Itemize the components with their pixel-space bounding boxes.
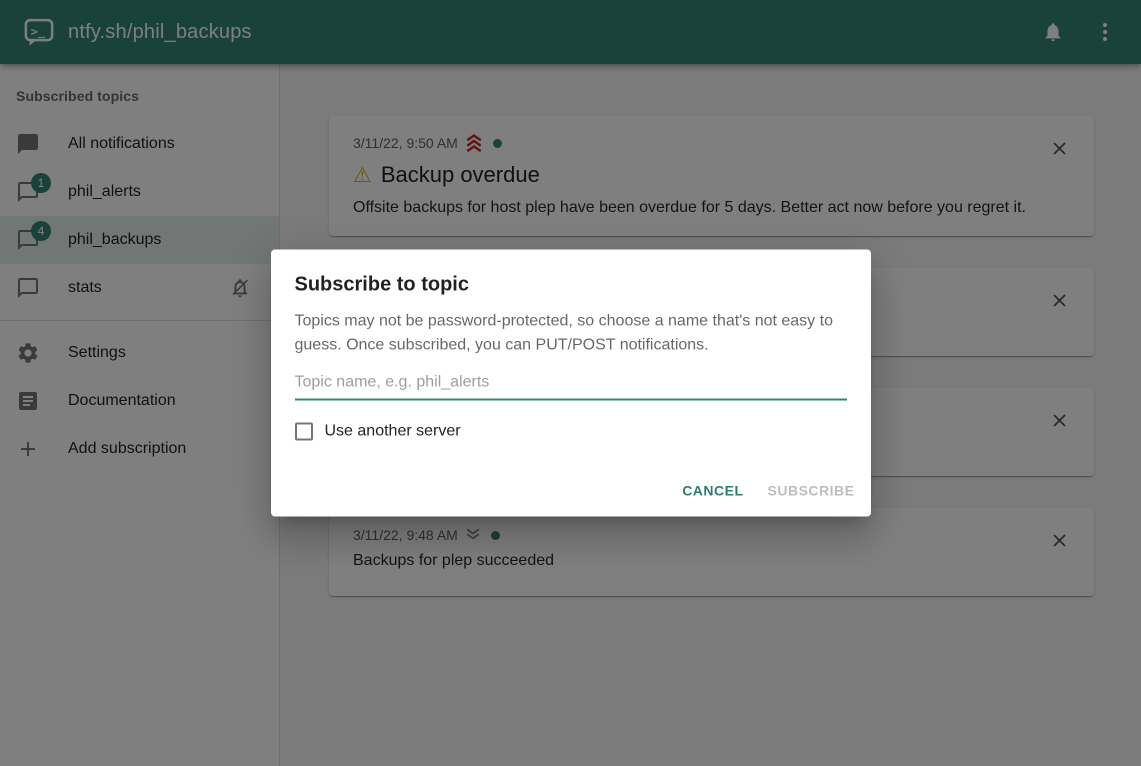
dialog-description: Topics may not be password-protected, so…	[295, 310, 847, 358]
checkbox-label: Use another server	[325, 423, 461, 441]
use-another-server-checkbox[interactable]	[295, 423, 313, 441]
dialog-title: Subscribe to topic	[271, 250, 871, 302]
topic-name-input[interactable]	[295, 368, 847, 401]
use-another-server-row[interactable]: Use another server	[295, 423, 847, 441]
subscribe-button[interactable]: SUBSCRIBE	[760, 473, 863, 509]
subscribe-dialog: Subscribe to topic Topics may not be pas…	[271, 250, 871, 517]
cancel-button[interactable]: CANCEL	[674, 473, 751, 509]
